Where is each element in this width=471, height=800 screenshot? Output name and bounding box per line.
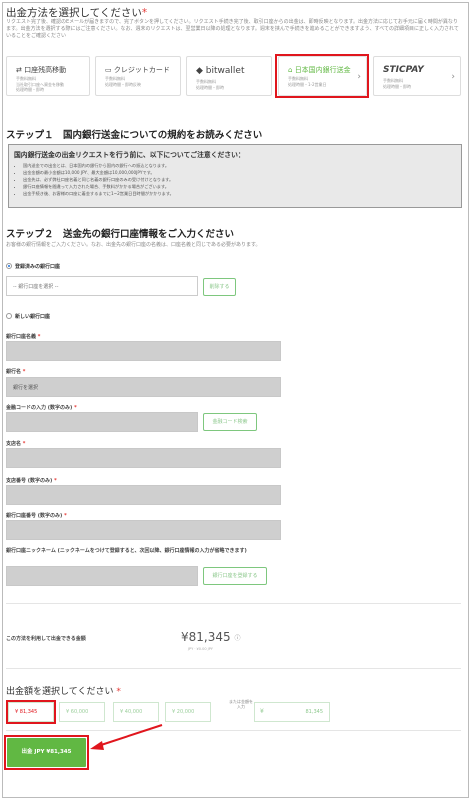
label-branch-number: 支店番号 (数字のみ) * <box>6 478 57 484</box>
yen-symbol: ¥ <box>260 708 264 715</box>
other-amount-value: 81,345 <box>305 709 324 715</box>
label-bank-name: 銀行名 * <box>6 369 26 375</box>
radio-new-label: 新しい銀行口座 <box>15 314 51 320</box>
list-item: 銀行口座情報を間違って入力された場合、手数料がかかる場合がございます。 <box>23 183 174 190</box>
step1-title: ステップ１ 国内銀行送金についての規約をお読みください <box>6 130 263 141</box>
info-icon[interactable]: ⓘ <box>234 635 240 642</box>
radio-new-account[interactable] <box>6 313 12 319</box>
list-item: 出金先は、必ず弊社口座名義と同じ名義の銀行口座のみの受け付けとなります。 <box>23 176 174 183</box>
bank-code-search-button[interactable]: 金融コード検索 <box>203 413 257 431</box>
account-name-field[interactable] <box>6 341 281 361</box>
method-sticpay[interactable]: STICPAY 手数料無料 処理時間・即時 › <box>373 56 461 96</box>
notice-list: 国内送金での出金とは、日本国内の銀行から国内の銀行への振込となります。 出金金額… <box>23 162 174 197</box>
method-desc: 手数料無料 当社取引口座へ資金を移動 処理時間・即時 <box>16 76 64 92</box>
highlight-box-method <box>275 54 369 98</box>
amount-chip-20000[interactable]: ¥ 20,000 <box>165 702 211 722</box>
highlight-box-amount <box>6 700 56 724</box>
card-icon: ▭ <box>105 66 112 74</box>
page-frame <box>2 2 469 798</box>
radio-registered-label: 登録済みの銀行口座 <box>15 264 61 270</box>
label-account-name: 銀行口座名義 * <box>6 334 41 340</box>
step2-subtitle: お客様の銀行情報をご入力ください。なお、出金先の銀行口座の名義は、口座名義と同じ… <box>6 242 261 248</box>
divider <box>6 603 461 604</box>
nickname-field[interactable] <box>6 566 198 586</box>
bitwallet-logo-icon: ◆ <box>196 66 203 76</box>
bank-code-field[interactable] <box>6 412 198 432</box>
bank-select-dropdown[interactable]: 銀行を選択 <box>6 377 281 397</box>
branch-name-field[interactable] <box>6 448 281 468</box>
page-title: 出金方法を選択してください* <box>6 7 148 19</box>
amount-chip-40000[interactable]: ¥ 40,000 <box>113 702 159 722</box>
other-amount-input[interactable]: ¥ 81,345 <box>254 702 330 722</box>
step2-title: ステップ２ 送金先の銀行口座情報をご入力ください <box>6 229 235 240</box>
highlight-box-submit <box>4 735 89 770</box>
radio-registered-account[interactable] <box>6 263 12 269</box>
delete-button[interactable]: 削除する <box>203 278 236 296</box>
label-nickname: 銀行口座ニックネーム (ニックネームをつけて登録すると、次回以降、銀行口座情報の… <box>6 548 247 554</box>
intro-text: リクエスト完了後、確認のEメールが届きますので、完了ボタンを押してください。リク… <box>6 19 459 39</box>
available-amount: ¥81,345 ⓘ <box>181 630 241 644</box>
label-bank-code: 金融コードの入力 (数字のみ) * <box>6 405 77 411</box>
registered-account-select[interactable]: -- 銀行口座を選択 -- <box>6 276 198 296</box>
label-branch-name: 支店名 * <box>6 441 26 447</box>
method-name: STICPAY <box>383 65 424 75</box>
method-credit-card[interactable]: ▭ クレジットカード 手数料無料 処理時間・即時反映 <box>95 56 181 96</box>
divider <box>6 730 461 731</box>
list-item: 出金金額の最小金額は10,000 JPY、最大金額は10,000,000JPYで… <box>23 169 174 176</box>
available-sub: JPY · ¥0.00 JPY <box>188 647 213 651</box>
method-name: ▭ クレジットカード <box>105 66 170 74</box>
select-value: 銀行を選択 <box>13 385 39 391</box>
other-amount-label: または金額を入力 <box>229 699 253 709</box>
method-name: ◆ bitwallet <box>196 66 245 76</box>
notice-box: 国内銀行送金の出金リクエストを行う前に、以下についてご注意ください： 国内送金で… <box>8 144 462 208</box>
red-arrow-icon <box>90 724 163 750</box>
list-item: 出金手続き後、お客様の口座に着金するまでに1~2営業日目時間がかかります。 <box>23 190 174 197</box>
amount-chip-60000[interactable]: ¥ 60,000 <box>59 702 105 722</box>
select-value: -- 銀行口座を選択 -- <box>13 284 59 290</box>
method-name: ⇄ 口座残高移動 <box>16 66 67 74</box>
method-desc: 手数料無料 処理時間・即時 <box>383 78 411 89</box>
label-account-number: 銀行口座番号 (数字のみ) * <box>6 513 67 519</box>
method-desc: 手数料無料 処理時間・即時 <box>196 79 224 90</box>
method-bitwallet[interactable]: ◆ bitwallet 手数料無料 処理時間・即時 <box>186 56 272 96</box>
chevron-right-icon: › <box>451 72 455 82</box>
list-item: 国内送金での出金とは、日本国内の銀行から国内の銀行への振込となります。 <box>23 162 174 169</box>
register-account-button[interactable]: 銀行口座を登録する <box>203 567 267 585</box>
amount-title: 出金額を選択してください * <box>6 687 121 697</box>
divider <box>6 668 461 669</box>
available-label: この方法を利用して出金できる金額 <box>6 636 86 642</box>
branch-number-field[interactable] <box>6 485 281 505</box>
method-desc: 手数料無料 処理時間・即時反映 <box>105 76 141 87</box>
method-account-transfer[interactable]: ⇄ 口座残高移動 手数料無料 当社取引口座へ資金を移動 処理時間・即時 <box>6 56 90 96</box>
account-number-field[interactable] <box>6 520 281 540</box>
notice-heading: 国内銀行送金の出金リクエストを行う前に、以下についてご注意ください： <box>14 151 245 159</box>
